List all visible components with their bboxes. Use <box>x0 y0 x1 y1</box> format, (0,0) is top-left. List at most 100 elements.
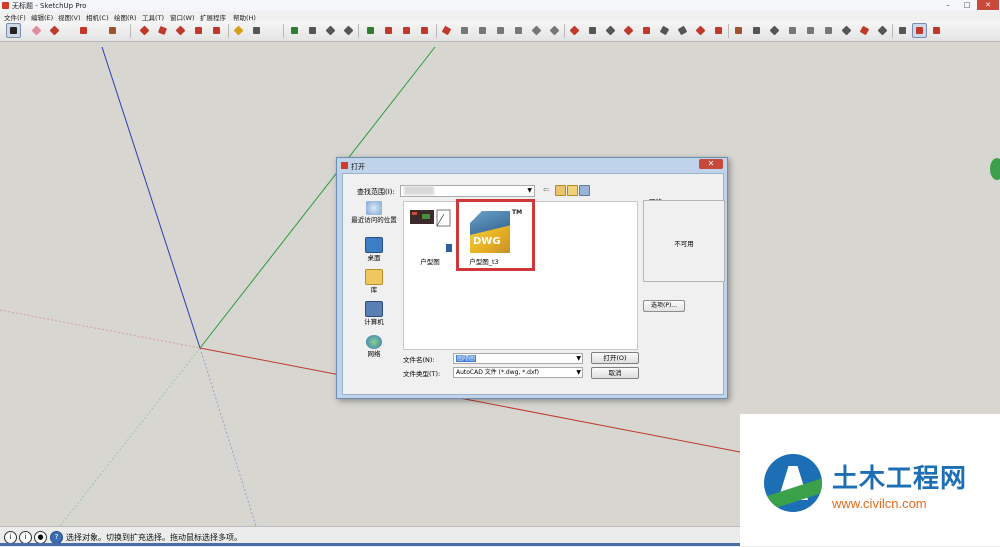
filename-label: 文件名(N): <box>403 356 435 364</box>
green-axis-negative <box>59 347 201 527</box>
maximize-button[interactable]: □ <box>958 0 976 10</box>
toolbar-separator <box>130 24 131 38</box>
follow-me-tool-icon[interactable] <box>156 24 169 37</box>
place-network[interactable]: 网络 <box>348 335 400 369</box>
curve-tool-icon[interactable] <box>586 24 599 37</box>
file-list: 户型图 DWG TM 户型图_t3 <box>403 199 638 350</box>
warehouse-icon[interactable] <box>364 24 377 37</box>
orbit-tool-icon[interactable] <box>288 24 301 37</box>
network-icon <box>366 335 382 349</box>
look-in-label: 查找范围(I): <box>357 188 395 196</box>
watermark-panel: 土木工程网 www.civilcn.com <box>740 414 1000 546</box>
rotate-tool-icon[interactable] <box>192 24 205 37</box>
plugin-tool-icon[interactable] <box>750 24 763 37</box>
main-toolbar <box>0 21 1000 42</box>
place-desktop[interactable]: 桌面 <box>348 237 400 271</box>
curve-tool-icon[interactable] <box>712 24 725 37</box>
dialog-title: 打开 <box>351 163 365 171</box>
options-button[interactable]: 选项(P)... <box>643 300 685 312</box>
toolbar-separator <box>228 24 229 38</box>
place-recent[interactable]: 最近访问的位置 <box>348 201 400 235</box>
recent-places-icon <box>366 201 382 215</box>
preview-text: 不可用 <box>674 240 694 248</box>
desktop-icon <box>365 237 383 253</box>
plugin-tool-icon[interactable] <box>896 24 909 37</box>
components-icon[interactable] <box>382 24 395 37</box>
civilcn-logo-icon <box>764 454 822 512</box>
close-button[interactable]: ✕ <box>977 0 999 10</box>
share-model-icon[interactable] <box>418 24 431 37</box>
plugin-tool-icon[interactable] <box>822 24 835 37</box>
new-folder-icon[interactable] <box>567 185 578 196</box>
curve-tool-icon[interactable] <box>676 24 689 37</box>
blue-axis <box>101 46 201 349</box>
ruby-console-icon[interactable] <box>912 23 927 38</box>
rectangle-tool-icon[interactable] <box>106 24 119 37</box>
place-computer[interactable]: 计算机 <box>348 301 400 335</box>
watermark-title: 土木工程网 <box>832 464 968 494</box>
sandbox-smoove-icon[interactable] <box>476 24 489 37</box>
offset-tool-icon[interactable] <box>210 24 223 37</box>
sandbox-flip-edge-icon[interactable] <box>548 24 561 37</box>
toolbar-separator <box>436 24 437 38</box>
skp-file-thumbnail <box>408 208 452 252</box>
dialog-app-icon <box>341 162 348 169</box>
zoom-extents-tool-icon[interactable] <box>342 24 355 37</box>
curve-tool-icon[interactable] <box>604 24 617 37</box>
open-button[interactable]: 打开(O) <box>591 352 639 364</box>
plugin-tool-icon[interactable] <box>804 24 817 37</box>
tape-measure-tool-icon[interactable] <box>232 24 245 37</box>
text-tool-icon[interactable] <box>250 24 263 37</box>
plugin-tool-icon[interactable] <box>840 24 853 37</box>
toolbar-separator <box>728 24 729 38</box>
dialog-close-button[interactable]: ✕ <box>699 159 723 169</box>
look-in-dropdown[interactable]: ▼ <box>400 185 535 197</box>
sandbox-drape-icon[interactable] <box>512 24 525 37</box>
sandbox-contours-icon[interactable] <box>440 24 453 37</box>
curve-tool-icon[interactable] <box>658 24 671 37</box>
eraser-tool-icon[interactable] <box>30 24 43 37</box>
toolbar-separator <box>564 24 565 38</box>
places-bar: 最近访问的位置 桌面 库 计算机 网络 <box>348 201 400 366</box>
plugin-tool-icon[interactable] <box>876 24 889 37</box>
look-in-value <box>404 186 434 195</box>
cancel-button[interactable]: 取消 <box>591 367 639 379</box>
arc-tool-icon[interactable] <box>77 24 90 37</box>
sandbox-scratch-icon[interactable] <box>458 24 471 37</box>
move-tool-icon[interactable] <box>174 24 187 37</box>
zoom-tool-icon[interactable] <box>324 24 337 37</box>
open-file-dialog: 打开 ✕ 查找范围(I): ▼ ⇐ 最近访问的位置 桌面 库 计算机 网络 户型… <box>336 157 728 399</box>
push-pull-tool-icon[interactable] <box>138 24 151 37</box>
pan-tool-icon[interactable] <box>306 24 319 37</box>
side-widget[interactable] <box>990 158 1000 180</box>
curve-tool-icon[interactable] <box>640 24 653 37</box>
place-libraries[interactable]: 库 <box>348 269 400 303</box>
curve-tool-icon[interactable] <box>622 24 635 37</box>
plugin-tool-icon[interactable] <box>786 24 799 37</box>
toolbar-separator <box>892 24 893 38</box>
file-name: 户型图 <box>420 258 440 266</box>
select-tool-icon[interactable] <box>6 23 21 38</box>
curve-tool-icon[interactable] <box>694 24 707 37</box>
sandbox-stamp-icon[interactable] <box>494 24 507 37</box>
file-item[interactable]: 户型图 <box>406 206 454 268</box>
chevron-down-icon: ▼ <box>576 369 581 376</box>
filetype-select[interactable]: AutoCAD 文件 (*.dwg, *.dxf) ▼ <box>453 367 583 378</box>
window-title: 无标题 - SketchUp Pro <box>12 2 87 10</box>
view-menu-icon[interactable] <box>579 185 590 196</box>
plugin-tool-icon[interactable] <box>930 24 943 37</box>
filename-input[interactable]: 圖隱圖 ▼ <box>453 353 583 364</box>
up-folder-icon[interactable] <box>555 185 566 196</box>
sandbox-add-detail-icon[interactable] <box>530 24 543 37</box>
libraries-icon <box>365 269 383 285</box>
minimize-button[interactable]: – <box>939 0 957 10</box>
plugin-tool-icon[interactable] <box>732 24 745 37</box>
chevron-down-icon: ▼ <box>527 187 532 194</box>
curve-tool-icon[interactable] <box>568 24 581 37</box>
back-arrow-icon[interactable]: ⇐ <box>543 185 552 194</box>
line-tool-icon[interactable] <box>48 24 61 37</box>
extension-warehouse-icon[interactable] <box>400 24 413 37</box>
watermark-url: www.civilcn.com <box>832 496 927 511</box>
plugin-tool-icon[interactable] <box>768 24 781 37</box>
plugin-tool-icon[interactable] <box>858 24 871 37</box>
